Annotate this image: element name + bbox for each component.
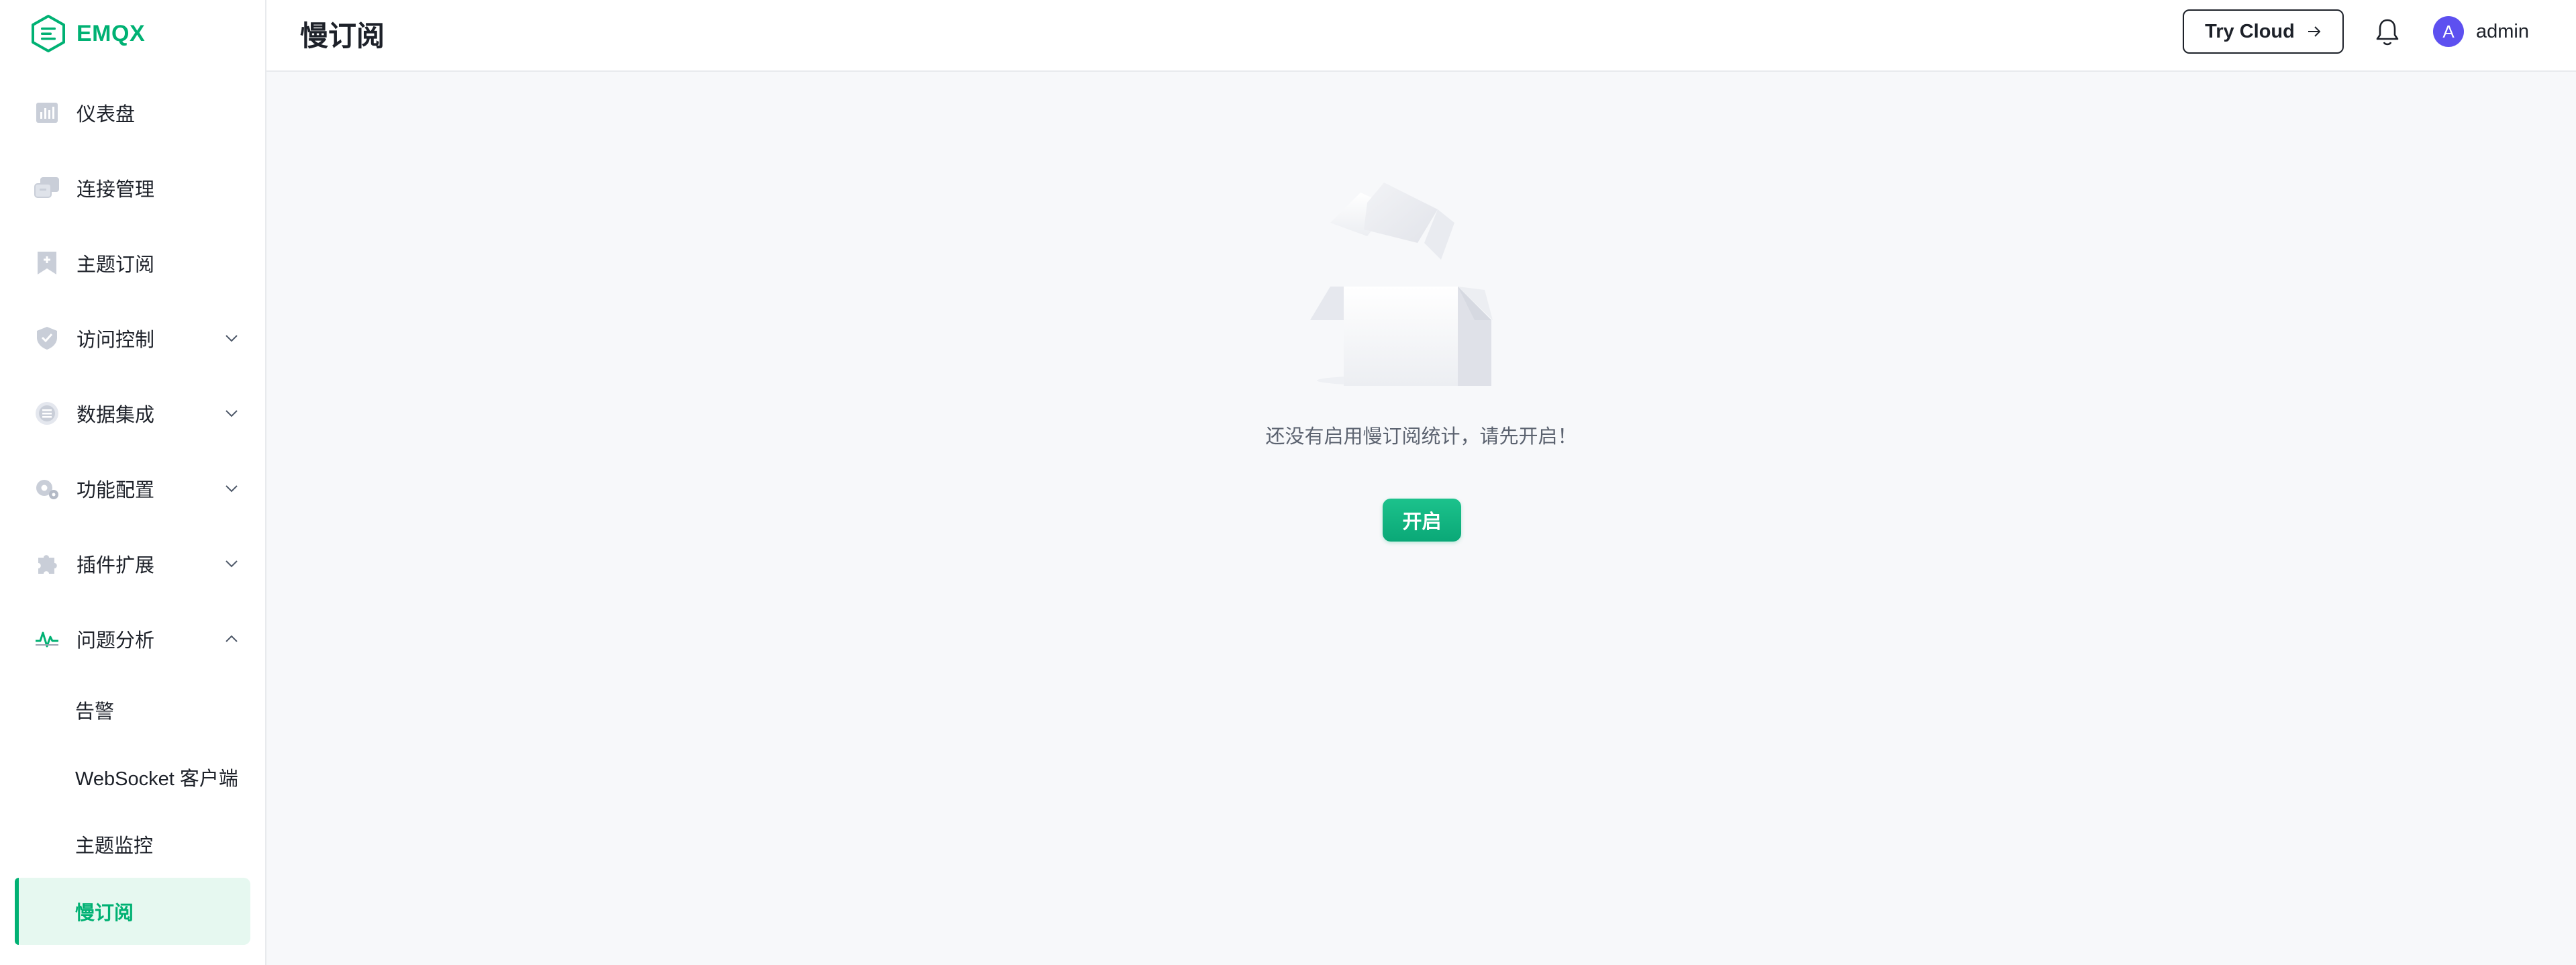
empty-state-message: 还没有启用慢订阅统计，请先开启！ bbox=[1265, 426, 1577, 448]
sidebar-item-label: 连接管理 bbox=[77, 179, 155, 201]
sidebar-item-configuration[interactable]: 功能配置 bbox=[0, 451, 266, 526]
enable-button[interactable]: 开启 bbox=[1383, 499, 1461, 542]
gear-icon bbox=[34, 475, 60, 502]
sidebar-subitem-websocket-client[interactable]: WebSocket 客户端 bbox=[0, 744, 266, 811]
sidebar-item-diagnostics[interactable]: 问题分析 bbox=[0, 601, 266, 676]
logo[interactable]: EMQX bbox=[30, 12, 145, 55]
sidebar-item-label: 功能配置 bbox=[77, 480, 155, 501]
chevron-down-icon bbox=[226, 485, 238, 493]
chevron-down-icon bbox=[226, 410, 238, 417]
sidebar-item-label: 访问控制 bbox=[77, 329, 155, 351]
sidebar-item-data-integration[interactable]: 数据集成 bbox=[0, 376, 266, 451]
chevron-down-icon bbox=[226, 560, 238, 568]
sidebar-item-access-control[interactable]: 访问控制 bbox=[0, 301, 266, 376]
sidebar-subitem-label: WebSocket 客户端 bbox=[75, 768, 238, 790]
dashboard-icon bbox=[34, 99, 60, 126]
sidebar-subitem-alarms[interactable]: 告警 bbox=[0, 676, 266, 744]
connections-icon bbox=[34, 174, 60, 201]
user-menu[interactable]: A admin bbox=[2433, 16, 2529, 47]
sidebar-item-label: 问题分析 bbox=[77, 630, 155, 652]
sidebar-subitem-label: 慢订阅 bbox=[75, 903, 134, 924]
main-content: 还没有启用慢订阅统计，请先开启！ 开启 bbox=[266, 72, 2576, 965]
sidebar-item-label: 仪表盘 bbox=[77, 104, 136, 125]
sidebar-item-label: 主题订阅 bbox=[77, 254, 155, 276]
sidebar-item-label: 插件扩展 bbox=[77, 555, 155, 576]
sidebar-subitem-label: 主题监控 bbox=[75, 835, 154, 857]
arrow-right-icon bbox=[2308, 26, 2321, 37]
emqx-logo-icon bbox=[32, 15, 65, 52]
sidebar-item-plugins[interactable]: 插件扩展 bbox=[0, 526, 266, 601]
bell-icon[interactable] bbox=[2374, 17, 2401, 47]
puzzle-icon bbox=[34, 550, 60, 577]
data-integration-icon bbox=[34, 400, 60, 427]
sidebar: EMQX 仪表盘 连接管理 主题订阅 访问控制 数据集成 功能配置 插件扩展 问… bbox=[0, 0, 266, 965]
shield-icon bbox=[34, 325, 60, 352]
sidebar-item-label: 数据集成 bbox=[77, 405, 155, 426]
try-cloud-label: Try Cloud bbox=[2205, 20, 2295, 42]
app-root: EMQX 仪表盘 连接管理 主题订阅 访问控制 数据集成 功能配置 插件扩展 问… bbox=[0, 0, 2576, 965]
sidebar-subitem-label: 告警 bbox=[75, 701, 115, 723]
chevron-up-icon bbox=[226, 635, 238, 642]
empty-box-icon bbox=[1310, 183, 1493, 386]
sidebar-subitem-topic-metrics[interactable]: 主题监控 bbox=[0, 811, 266, 878]
sidebar-item-dashboard[interactable]: 仪表盘 bbox=[0, 75, 266, 150]
chevron-down-icon bbox=[226, 335, 238, 342]
try-cloud-button[interactable]: Try Cloud bbox=[2183, 9, 2344, 54]
topic-subscription-icon bbox=[34, 250, 60, 276]
username: admin bbox=[2476, 20, 2529, 42]
page-title: 慢订阅 bbox=[300, 20, 385, 52]
logo-text: EMQX bbox=[77, 20, 146, 46]
top-header: 慢订阅 Try Cloud A admin bbox=[266, 0, 2576, 72]
sidebar-subitem-slow-subscriptions[interactable]: 慢订阅 bbox=[15, 878, 250, 945]
pulse-icon bbox=[34, 625, 60, 652]
sidebar-item-subscriptions[interactable]: 主题订阅 bbox=[0, 225, 266, 301]
sidebar-item-connections[interactable]: 连接管理 bbox=[0, 150, 266, 225]
sidebar-menu: 仪表盘 连接管理 主题订阅 访问控制 数据集成 功能配置 插件扩展 问题分析 告… bbox=[0, 75, 266, 945]
avatar: A bbox=[2433, 16, 2464, 47]
